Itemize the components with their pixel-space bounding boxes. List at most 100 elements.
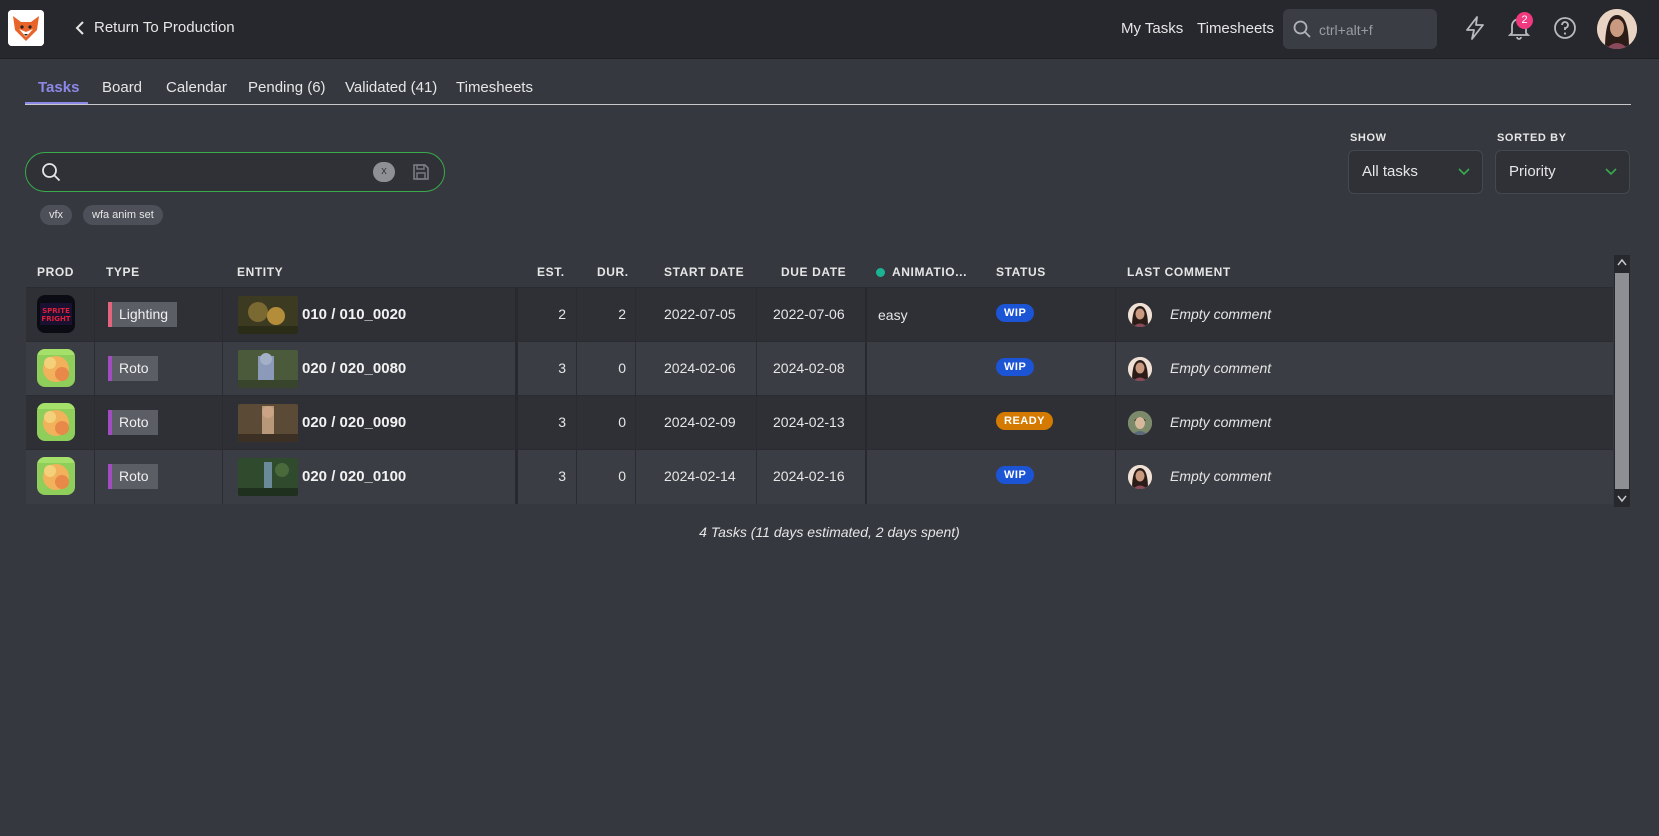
entity-thumbnail[interactable] — [238, 404, 298, 442]
commenter-avatar — [1128, 303, 1152, 327]
col-animation[interactable]: ANIMATIO... — [876, 265, 967, 279]
entity-thumbnail[interactable] — [238, 458, 298, 496]
saved-search-chip-wfa-anim-set[interactable]: wfa anim set — [83, 205, 163, 225]
tab-pending[interactable]: Pending (6) — [248, 79, 326, 96]
tab-calendar[interactable]: Calendar — [166, 79, 227, 96]
task-type-tag[interactable]: Roto — [108, 410, 158, 435]
col-est[interactable]: EST. — [537, 265, 565, 279]
col-type[interactable]: TYPE — [106, 265, 140, 279]
task-summary: 4 Tasks (11 days estimated, 2 days spent… — [699, 524, 960, 540]
production-thumbnail[interactable] — [37, 349, 75, 387]
kitsu-logo[interactable] — [8, 10, 44, 46]
entity-name[interactable]: 020 / 020_0090 — [302, 414, 406, 431]
search-icon — [1293, 20, 1311, 38]
task-type-tag[interactable]: Roto — [108, 464, 158, 489]
table-header: PROD TYPE ENTITY EST. DUR. START DATE DU… — [26, 255, 1613, 287]
tab-tasks[interactable]: Tasks — [38, 79, 79, 96]
estimate-value[interactable]: 3 — [516, 468, 566, 484]
col-animation-label: ANIMATIO... — [892, 265, 968, 279]
due-date[interactable]: 2024-02-13 — [773, 414, 845, 430]
entity-name[interactable]: 010 / 010_0020 — [302, 306, 406, 323]
show-filter-label: SHOW — [1350, 132, 1387, 144]
status-badge[interactable]: WIP — [996, 304, 1035, 322]
save-search-icon[interactable] — [411, 162, 431, 182]
entity-name[interactable]: 020 / 020_0100 — [302, 468, 406, 485]
timesheets-link[interactable]: Timesheets — [1197, 20, 1274, 37]
notification-count-badge: 2 — [1516, 12, 1533, 29]
global-search-input[interactable] — [1317, 17, 1431, 43]
user-avatar[interactable] — [1597, 9, 1637, 49]
estimate-value[interactable]: 3 — [516, 414, 566, 430]
scroll-up-icon[interactable] — [1617, 258, 1627, 266]
start-date[interactable]: 2024-02-14 — [664, 468, 736, 484]
animation-value[interactable]: easy — [878, 307, 908, 323]
scroll-down-icon[interactable] — [1617, 495, 1627, 503]
return-to-production-link[interactable]: Return To Production — [74, 19, 235, 36]
my-tasks-link[interactable]: My Tasks — [1121, 20, 1183, 37]
task-type-tag[interactable]: Roto — [108, 356, 158, 381]
animation-color-dot — [876, 267, 885, 277]
global-search[interactable] — [1283, 9, 1437, 49]
due-date[interactable]: 2022-07-06 — [773, 306, 845, 322]
col-entity[interactable]: ENTITY — [237, 265, 283, 279]
svg-text:SPRITE: SPRITE — [42, 307, 70, 315]
col-status[interactable]: STATUS — [996, 265, 1046, 279]
col-due-date[interactable]: DUE DATE — [781, 265, 846, 279]
tab-timesheets[interactable]: Timesheets — [456, 79, 533, 96]
last-comment[interactable]: Empty comment — [1170, 414, 1271, 430]
task-type-tag[interactable]: Lighting — [108, 302, 178, 327]
due-date[interactable]: 2024-02-16 — [773, 468, 845, 484]
start-date[interactable]: 2024-02-06 — [664, 360, 736, 376]
estimate-value[interactable]: 2 — [516, 306, 566, 322]
duration-value: 0 — [618, 414, 626, 430]
col-prod[interactable]: PROD — [37, 265, 74, 279]
entity-thumbnail[interactable] — [238, 296, 298, 334]
status-badge[interactable]: WIP — [996, 358, 1035, 376]
duration-value: 0 — [618, 360, 626, 376]
start-date[interactable]: 2024-02-09 — [664, 414, 736, 430]
chevron-left-icon — [75, 20, 84, 35]
table-row[interactable]: Roto 020 / 020_0100 3 0 2024-02-14 2024-02-16… — [26, 449, 1613, 504]
commenter-avatar — [1128, 411, 1152, 435]
last-comment[interactable]: Empty comment — [1170, 360, 1271, 376]
status-badge[interactable]: READY — [996, 412, 1054, 430]
return-to-production-label: Return To Production — [94, 19, 235, 36]
saved-search-chip-vfx[interactable]: vfx — [40, 205, 73, 225]
clear-search-button[interactable]: x — [373, 162, 395, 182]
active-tab-indicator — [25, 102, 88, 104]
production-thumbnail[interactable] — [37, 403, 75, 441]
col-last-comment[interactable]: LAST COMMENT — [1127, 265, 1231, 279]
estimate-value[interactable]: 3 — [516, 360, 566, 376]
task-search[interactable]: x — [25, 152, 445, 192]
tab-board[interactable]: Board — [102, 79, 142, 96]
entity-name[interactable]: 020 / 020_0080 — [302, 360, 406, 377]
sort-filter-select[interactable]: Priority — [1495, 150, 1630, 194]
last-comment[interactable]: Empty comment — [1170, 306, 1271, 322]
sort-filter-value: Priority — [1509, 163, 1556, 180]
lightning-icon[interactable] — [1462, 15, 1488, 41]
last-comment[interactable]: Empty comment — [1170, 468, 1271, 484]
production-thumbnail[interactable]: SPRITE FRIGHT — [37, 295, 75, 333]
chevron-down-icon — [1605, 168, 1617, 176]
table-row[interactable]: Roto 020 / 020_0080 3 0 2024-02-06 2024-02-08… — [26, 341, 1613, 396]
production-thumbnail[interactable] — [37, 457, 75, 495]
start-date[interactable]: 2022-07-05 — [664, 306, 736, 322]
commenter-avatar — [1128, 357, 1152, 381]
col-dur[interactable]: DUR. — [597, 265, 629, 279]
svg-text:FRIGHT: FRIGHT — [41, 315, 70, 323]
status-badge[interactable]: WIP — [996, 466, 1035, 484]
tab-bar: Tasks Board Calendar Pending (6) Validat… — [25, 72, 1631, 105]
tab-validated[interactable]: Validated (41) — [345, 79, 437, 96]
scrollbar-thumb[interactable] — [1615, 273, 1629, 489]
table-row[interactable]: SPRITE FRIGHT Lighting 010 / 010_0020 2 2 2022… — [26, 287, 1613, 342]
help-icon[interactable] — [1552, 15, 1578, 41]
search-icon — [42, 163, 61, 182]
show-filter-select[interactable]: All tasks — [1348, 150, 1483, 194]
col-start-date[interactable]: START DATE — [664, 265, 744, 279]
task-search-input[interactable] — [72, 161, 326, 185]
table-scrollbar[interactable] — [1614, 255, 1630, 507]
table-row[interactable]: Roto 020 / 020_0090 3 0 2024-02-09 2024-02-13… — [26, 395, 1613, 450]
entity-thumbnail[interactable] — [238, 350, 298, 388]
duration-value: 0 — [618, 468, 626, 484]
due-date[interactable]: 2024-02-08 — [773, 360, 845, 376]
